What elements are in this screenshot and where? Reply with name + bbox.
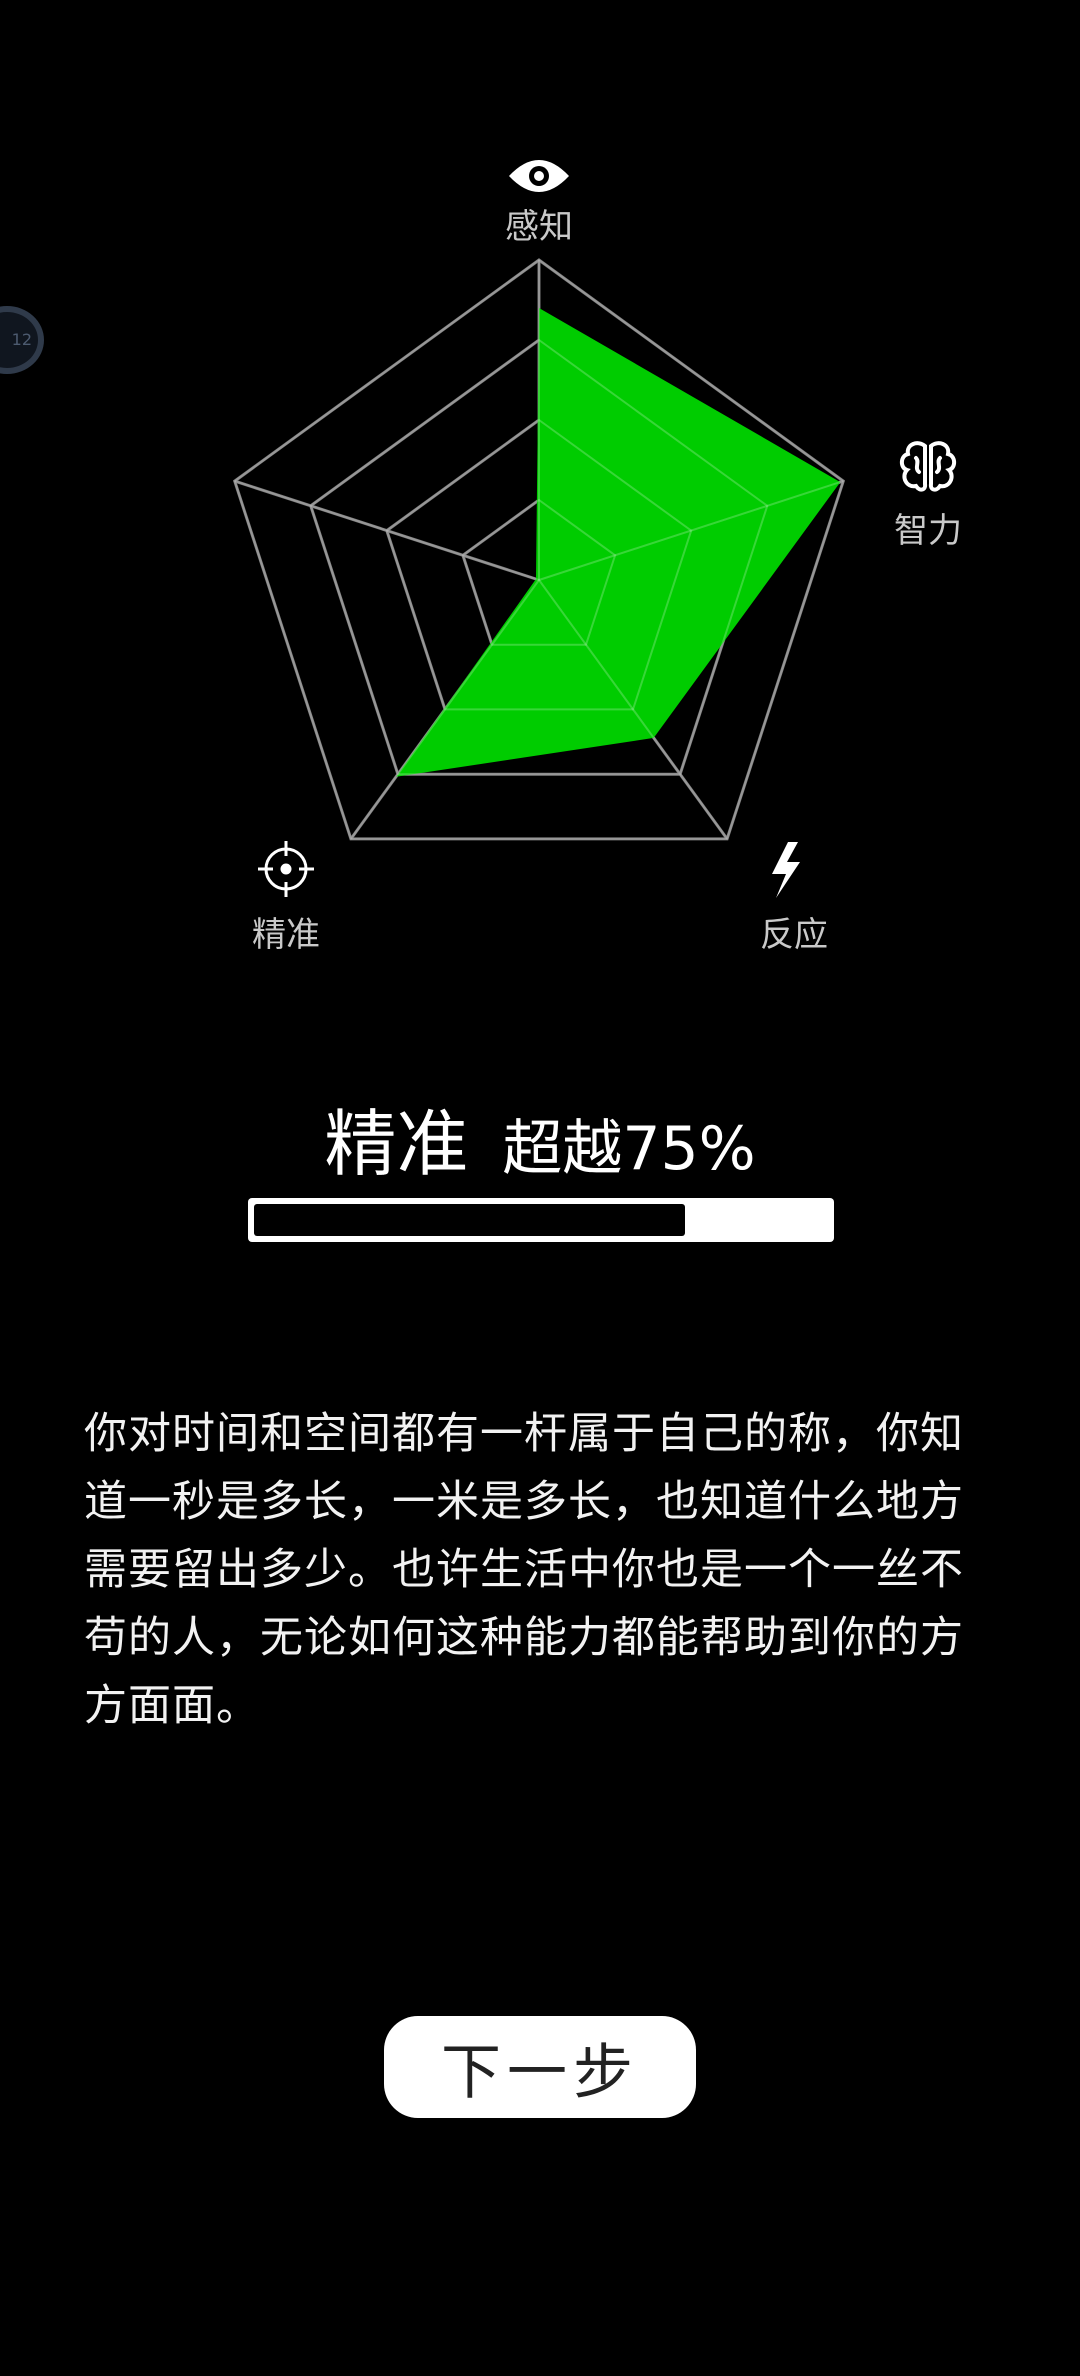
lightning-icon xyxy=(772,842,800,898)
radar-data-area xyxy=(396,308,841,777)
stat-summary: 精准 超越75% xyxy=(0,1085,1080,1190)
next-step-button[interactable]: 下一步 xyxy=(384,2016,696,2118)
axis-label-perception: 感知 xyxy=(505,207,573,247)
axis-label-reaction: 反应 xyxy=(760,915,828,955)
axis-label-intelligence: 智力 xyxy=(894,511,962,551)
crosshair-icon xyxy=(258,841,314,897)
brain-icon xyxy=(899,441,957,492)
radar-spoke-overlay-4 xyxy=(234,480,540,581)
radar-chart: 感知 智力 反应 精准 xyxy=(232,160,962,955)
progress-fill xyxy=(254,1204,685,1236)
stat-value: 超越75% xyxy=(502,1114,756,1184)
stat-name: 精准 xyxy=(324,1102,469,1186)
axis-label-precision: 精准 xyxy=(252,915,320,955)
progress-bar xyxy=(248,1198,834,1242)
description-text: 你对时间和空间都有一杆属于自己的称，你知道一秒是多长，一米是多长，也知道什么地方… xyxy=(84,1409,964,1731)
eye-icon xyxy=(509,160,569,192)
